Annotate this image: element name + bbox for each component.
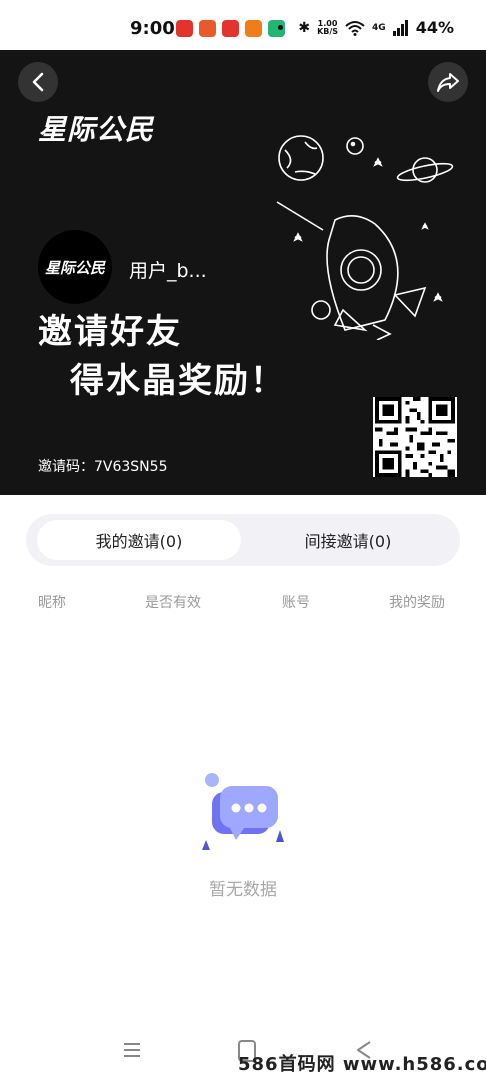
- app-notification-icon: [222, 20, 239, 37]
- tab-my-invites[interactable]: 我的邀请(0): [37, 520, 241, 560]
- invite-code-value: 7V63SN55: [94, 459, 168, 475]
- column-valid: 是否有效: [145, 595, 201, 611]
- brand-logo: 星际公民: [38, 113, 155, 146]
- tab-indirect-invites[interactable]: 间接邀请(0): [242, 520, 454, 560]
- network-type: 4G: [372, 22, 386, 33]
- column-nickname: 昵称: [38, 595, 66, 611]
- status-app-icons: [176, 20, 285, 37]
- share-icon: [437, 73, 459, 92]
- column-my-reward: 我的奖励: [389, 595, 445, 611]
- bluetooth-icon: ✱: [298, 19, 311, 36]
- status-bar: 9:00 ✱ 1.00 KB/S 4G 44%: [0, 0, 486, 56]
- wifi-icon: [345, 20, 365, 36]
- rocket-illustration: [276, 135, 454, 340]
- column-account: 账号: [282, 595, 310, 611]
- qr-code: [373, 397, 457, 477]
- battery-percent: 44%: [415, 18, 454, 37]
- invite-tabs: 我的邀请(0) 间接邀请(0): [26, 514, 460, 566]
- status-indicators: ✱ 1.00 KB/S 4G 44%: [278, 18, 454, 37]
- share-button[interactable]: [428, 62, 468, 102]
- invite-banner: 星际公民 星际公民 用户_b... 邀请好友 得水晶奖励！ 邀请码：7V63SN…: [0, 50, 486, 495]
- app-notification-icon: [199, 20, 216, 37]
- invite-code-label: 邀请码：: [38, 459, 94, 475]
- watermark: 586首码网 www.h586.com: [238, 1054, 486, 1075]
- headline-line-2: 得水晶奖励！: [70, 361, 286, 401]
- app-notification-icon: [176, 20, 193, 37]
- signal-icon: [392, 19, 408, 36]
- status-dot-icon: [278, 25, 284, 30]
- empty-chat-icon: [202, 773, 284, 850]
- invite-code-row: 邀请码：7V63SN55: [38, 456, 167, 476]
- app-notification-icon: [245, 20, 262, 37]
- back-button[interactable]: [18, 62, 58, 102]
- status-time: 9:00: [130, 18, 175, 39]
- empty-state-text: 暂无数据: [209, 880, 277, 900]
- user-avatar: 星际公民: [38, 230, 112, 304]
- headline-line-1: 邀请好友: [38, 312, 182, 352]
- username: 用户_b...: [129, 260, 207, 282]
- network-speed: 1.00 KB/S: [317, 18, 339, 36]
- menu-icon[interactable]: [122, 1040, 142, 1060]
- chevron-left-icon: [32, 72, 44, 92]
